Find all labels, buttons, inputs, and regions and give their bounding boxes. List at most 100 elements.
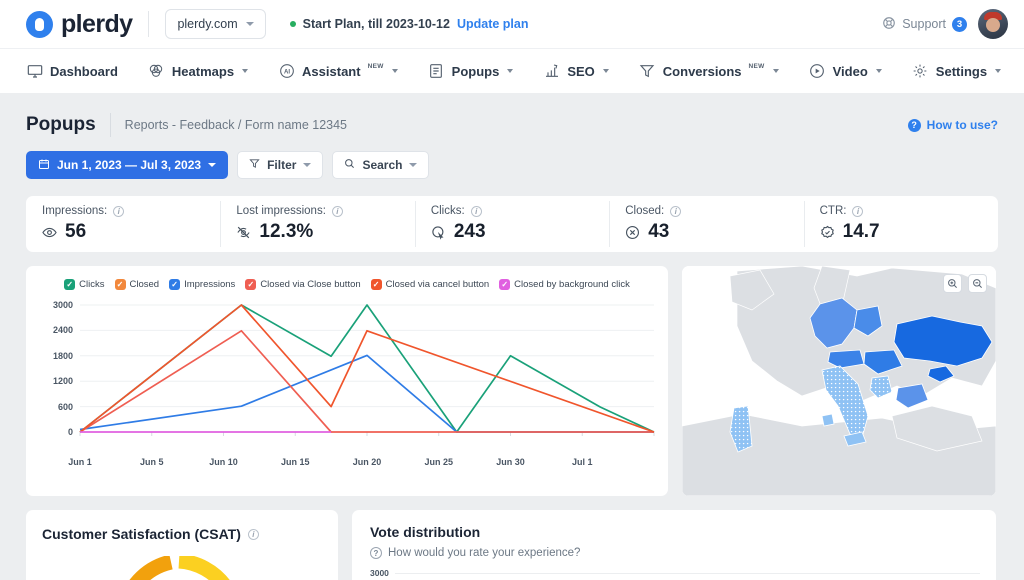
info-icon[interactable]: i — [113, 206, 124, 217]
plan-text: Start Plan, till 2023-10-12 — [303, 17, 450, 31]
vote-title: Vote distribution — [370, 524, 980, 540]
x-tick-label: Jun 5 — [140, 457, 164, 467]
how-to-use-link[interactable]: ? How to use? — [908, 118, 998, 132]
brand-logo[interactable]: plerdy — [26, 10, 132, 39]
legend-checkbox[interactable]: ✓ — [499, 279, 510, 290]
nav-item-dashboard[interactable]: Dashboard — [26, 63, 118, 80]
chart-plot-area: 06001200180024003000 Jun 1Jun 5Jun 10Jun… — [34, 299, 660, 474]
legend-label: Closed — [130, 279, 160, 290]
support-button[interactable]: Support 3 — [882, 16, 967, 33]
filter-bar: Jun 1, 2023 — Jul 3, 2023 Filter Search — [0, 137, 1024, 179]
nav-item-heatmaps[interactable]: Heatmaps — [148, 63, 248, 80]
chevron-down-icon — [246, 22, 254, 26]
main-navigation: Dashboard Heatmaps AI Assistant NEW Popu… — [0, 48, 1024, 93]
legend-checkbox[interactable]: ✓ — [245, 279, 256, 290]
nav-item-conversions[interactable]: Conversions NEW — [639, 63, 779, 80]
stat-label: CTR: — [820, 205, 847, 217]
nav-item-seo[interactable]: SEO — [543, 63, 608, 80]
chart-svg — [34, 299, 660, 454]
legend-item[interactable]: ✓ Closed — [115, 279, 160, 290]
legend-item[interactable]: ✓Clicks — [64, 279, 104, 290]
info-icon[interactable]: i — [332, 206, 343, 217]
chart-line-clicks — [80, 305, 654, 432]
stat-value: 12.3% — [259, 221, 313, 243]
chevron-down-icon — [603, 69, 609, 73]
y-tick-label: 0 — [68, 427, 73, 437]
legend-checkbox[interactable]: ✓ — [64, 279, 75, 290]
info-icon[interactable]: i — [852, 206, 863, 217]
stat-card-closed: Closed: i 43 — [609, 205, 803, 243]
info-icon[interactable]: i — [471, 206, 482, 217]
stat-label-wrap: Lost impressions: i — [236, 205, 398, 217]
legend-item[interactable]: ✓ Impressions — [169, 279, 235, 290]
top-bar-right: Support 3 — [882, 9, 1008, 39]
plan-status: Start Plan, till 2023-10-12 Update plan — [290, 17, 529, 31]
support-count-badge: 3 — [952, 17, 967, 32]
chart-line-impressions — [80, 355, 654, 432]
vote-distribution-card: Vote distribution ? How would you rate y… — [352, 510, 996, 580]
how-to-use-label: How to use? — [927, 118, 998, 132]
y-tick-label: 2400 — [53, 325, 73, 335]
legend-item[interactable]: ✓Closed via cancel button — [371, 279, 490, 290]
filter-button[interactable]: Filter — [237, 151, 323, 179]
info-icon[interactable]: i — [670, 206, 681, 217]
stat-value-wrap: 14.7 — [820, 221, 982, 243]
date-range-value: Jun 1, 2023 — Jul 3, 2023 — [57, 158, 201, 172]
question-circle-icon[interactable]: ? — [370, 547, 382, 559]
chevron-down-icon — [303, 163, 311, 167]
date-range-picker[interactable]: Jun 1, 2023 — Jul 3, 2023 — [26, 151, 228, 179]
stat-value: 14.7 — [843, 221, 880, 243]
page-header: Popups Reports - Feedback / Form name 12… — [0, 93, 1024, 137]
search-button[interactable]: Search — [332, 151, 429, 179]
legend-checkbox[interactable]: ✓ — [169, 279, 180, 290]
chevron-down-icon — [409, 163, 417, 167]
legend-item[interactable]: ✓ Closed via Close button — [245, 279, 360, 290]
zoom-out-icon[interactable] — [968, 274, 987, 293]
chevron-down-icon — [773, 69, 779, 73]
page-title: Popups — [26, 114, 96, 136]
nav-label: Video — [833, 64, 868, 79]
stats-row: Impressions: i 56 Lost impressions: i 12… — [26, 196, 998, 252]
stat-label: Lost impressions: — [236, 205, 325, 217]
csat-title-wrap: Customer Satisfaction (CSAT) i — [42, 526, 322, 542]
top-bar: plerdy plerdy.com Start Plan, till 2023-… — [0, 0, 1024, 48]
monitor-icon — [26, 63, 43, 80]
svg-text:AI: AI — [284, 69, 290, 75]
filter-label: Filter — [267, 158, 296, 172]
site-selector[interactable]: plerdy.com — [165, 9, 265, 39]
legend-label: Closed via Close button — [260, 279, 360, 290]
europe-choropleth-map[interactable] — [682, 266, 996, 496]
avatar[interactable] — [978, 9, 1008, 39]
x-tick-label: Jun 1 — [68, 457, 92, 467]
breadcrumb: Reports - Feedback / Form name 12345 — [125, 118, 347, 132]
nav-item-video[interactable]: Video — [809, 63, 882, 80]
bottom-row: Customer Satisfaction (CSAT) i Vote dist… — [26, 510, 998, 580]
nav-label: SEO — [567, 64, 594, 79]
update-plan-link[interactable]: Update plan — [457, 17, 529, 31]
chevron-down-icon — [876, 69, 882, 73]
y-tick-label: 1800 — [53, 351, 73, 361]
nav-item-popups[interactable]: Popups — [428, 63, 514, 80]
legend-checkbox[interactable]: ✓ — [115, 279, 126, 290]
play-circle-icon — [809, 63, 826, 80]
vote-axis-top: 3000 — [370, 568, 980, 578]
legend-label: Impressions — [184, 279, 235, 290]
x-tick-label: Jun 30 — [496, 457, 525, 467]
stat-card-ctr: CTR: i 14.7 — [804, 205, 998, 243]
stat-label-wrap: CTR: i — [820, 205, 982, 217]
search-icon — [344, 158, 355, 172]
legend-checkbox[interactable]: ✓ — [371, 279, 382, 290]
x-tick-label: Jun 15 — [281, 457, 310, 467]
eye-icon — [42, 225, 57, 240]
legend-item[interactable]: ✓Closed by background click — [499, 279, 630, 290]
chart-legend: ✓Clicks✓Closed✓Impressions✓Closed via Cl… — [26, 266, 668, 290]
stat-label-wrap: Clicks: i — [431, 205, 593, 217]
info-icon[interactable]: i — [248, 529, 259, 540]
divider — [148, 11, 149, 37]
nav-item-assistant[interactable]: AI Assistant NEW — [278, 63, 398, 80]
chevron-down-icon — [995, 69, 1001, 73]
zoom-in-icon[interactable] — [943, 274, 962, 293]
x-circle-icon — [625, 225, 640, 240]
heatmap-icon — [148, 63, 165, 80]
nav-item-settings[interactable]: Settings — [912, 63, 1001, 80]
